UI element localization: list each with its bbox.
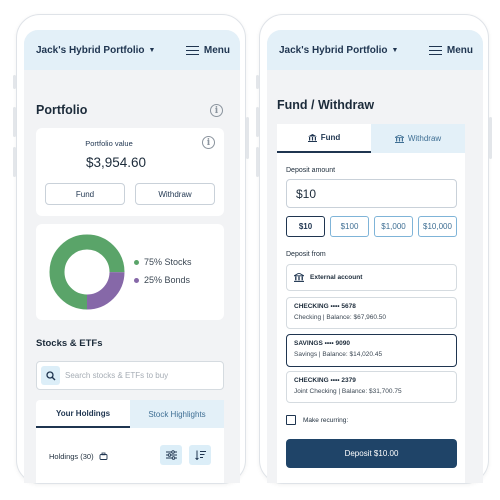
account-name: SAVINGS •••• 9090 xyxy=(294,340,350,347)
fund-form: Deposit amount $10 $10 $100 $1,000 $10,0… xyxy=(277,153,465,483)
phone-side-button xyxy=(256,107,259,137)
fund-button[interactable]: Fund xyxy=(45,183,125,205)
account-option-selected[interactable]: SAVINGS •••• 9090 Savings | Balance: $14… xyxy=(286,334,457,367)
amount-option-10000[interactable]: $10,000 xyxy=(418,216,457,237)
page-title: Portfolio xyxy=(36,103,88,117)
phone-side-button xyxy=(13,75,16,89)
account-name: CHECKING •••• 2379 xyxy=(294,377,356,384)
phone-side-button xyxy=(246,117,249,159)
account-detail: Savings | Balance: $14,020.45 xyxy=(294,351,383,358)
menu-label: Menu xyxy=(203,44,230,56)
tab-fund[interactable]: Fund xyxy=(277,124,371,153)
section-title: Stocks & ETFs xyxy=(36,338,103,349)
legend-stocks-label: 75% Stocks xyxy=(144,257,192,267)
portfolio-selector[interactable]: Jack's Hybrid Portfolio ▼ xyxy=(36,45,155,56)
phone-side-button xyxy=(489,117,492,159)
legend-bonds: 25% Bonds xyxy=(134,275,192,285)
external-account-label: External account xyxy=(310,274,363,281)
info-icon[interactable]: i xyxy=(202,136,215,149)
stocks-dot xyxy=(134,259,139,265)
search-input[interactable]: Search stocks & ETFs to buy xyxy=(36,361,224,390)
deposit-amount-input[interactable]: $10 xyxy=(286,179,457,208)
top-bar: Jack's Hybrid Portfolio ▼ Menu xyxy=(267,30,483,70)
phone-side-button xyxy=(13,107,16,137)
account-name: CHECKING •••• 5678 xyxy=(294,303,356,310)
deposit-amount-value: $10 xyxy=(296,186,317,201)
phone-side-button xyxy=(256,147,259,177)
account-detail: Checking | Balance: $67,960.50 xyxy=(294,314,387,321)
amount-option-10[interactable]: $10 xyxy=(286,216,325,237)
info-icon[interactable]: i xyxy=(210,104,223,117)
withdraw-button[interactable]: Withdraw xyxy=(135,183,215,205)
holdings-label: Holdings (30) xyxy=(49,452,94,461)
page-title: Fund / Withdraw xyxy=(277,98,375,112)
allocation-card: 75% Stocks 25% Bonds xyxy=(36,224,224,320)
make-recurring-row: Make recurring: xyxy=(286,415,348,425)
menu-button[interactable]: Menu xyxy=(185,44,230,56)
menu-button[interactable]: Menu xyxy=(428,44,473,56)
portfolio-name: Jack's Hybrid Portfolio xyxy=(36,44,145,56)
portfolio-value-card: Portfolio value i $3,954.60 Fund Withdra… xyxy=(36,128,224,216)
deposit-from-label: Deposit from xyxy=(286,251,326,258)
tab-fund-label: Fund xyxy=(320,133,341,142)
chevron-down-icon: ▼ xyxy=(391,46,399,54)
filter-button[interactable] xyxy=(160,445,182,465)
account-detail: Joint Checking | Balance: $31,700.75 xyxy=(294,388,402,395)
amount-option-1000[interactable]: $1,000 xyxy=(374,216,413,237)
portfolio-value-label: Portfolio value xyxy=(85,139,133,148)
holdings-panel: Your Holdings Stock Highlights Holdings … xyxy=(36,400,224,483)
screen-fund-withdraw: Jack's Hybrid Portfolio ▼ Menu Fund / Wi… xyxy=(267,30,483,483)
bank-icon xyxy=(294,273,304,282)
phone-side-button xyxy=(13,147,16,177)
phone-fund-withdraw: Jack's Hybrid Portfolio ▼ Menu Fund / Wi… xyxy=(256,14,492,484)
tab-your-holdings[interactable]: Your Holdings xyxy=(36,400,130,428)
search-icon xyxy=(41,366,60,385)
legend-bonds-label: 25% Bonds xyxy=(144,275,191,285)
chevron-down-icon: ▼ xyxy=(148,46,156,54)
make-recurring-label: Make recurring: xyxy=(303,416,349,424)
screen-portfolio: Jack's Hybrid Portfolio ▼ Menu Portfolio… xyxy=(24,30,240,483)
phone-side-button xyxy=(256,75,259,89)
holdings-count: Holdings (30) xyxy=(49,452,108,461)
fund-withdraw-tabs: Fund Withdraw xyxy=(277,124,465,153)
tab-stock-highlights[interactable]: Stock Highlights xyxy=(130,400,224,428)
bank-icon xyxy=(394,134,404,143)
phone-portfolio: Jack's Hybrid Portfolio ▼ Menu Portfolio… xyxy=(13,14,249,484)
external-account-option[interactable]: External account xyxy=(286,264,457,291)
search-placeholder: Search stocks & ETFs to buy xyxy=(65,371,169,380)
portfolio-value: $3,954.60 xyxy=(85,155,147,170)
legend-stocks: 75% Stocks xyxy=(134,257,192,267)
account-option[interactable]: CHECKING •••• 2379 Joint Checking | Bala… xyxy=(286,371,457,403)
menu-label: Menu xyxy=(446,44,473,56)
tab-withdraw-label: Withdraw xyxy=(407,134,442,143)
top-bar: Jack's Hybrid Portfolio ▼ Menu xyxy=(24,30,240,70)
briefcase-icon xyxy=(99,452,108,460)
portfolio-name: Jack's Hybrid Portfolio xyxy=(279,44,388,56)
amount-option-100[interactable]: $100 xyxy=(330,216,369,237)
deposit-button[interactable]: Deposit $10.00 xyxy=(286,439,457,468)
bonds-dot xyxy=(134,277,139,283)
tab-withdraw[interactable]: Withdraw xyxy=(371,124,465,153)
deposit-amount-label: Deposit amount xyxy=(286,167,336,174)
hamburger-icon xyxy=(428,45,442,55)
allocation-legend: 75% Stocks 25% Bonds xyxy=(134,257,192,285)
hamburger-icon xyxy=(185,45,199,55)
account-option[interactable]: CHECKING •••• 5678 Checking | Balance: $… xyxy=(286,297,457,329)
allocation-donut xyxy=(49,234,125,310)
sort-button[interactable] xyxy=(189,445,211,465)
sort-icon xyxy=(194,450,206,460)
portfolio-selector[interactable]: Jack's Hybrid Portfolio ▼ xyxy=(279,45,398,56)
filter-sliders-icon xyxy=(165,450,177,460)
make-recurring-checkbox[interactable] xyxy=(286,415,296,425)
bank-icon xyxy=(307,133,317,142)
